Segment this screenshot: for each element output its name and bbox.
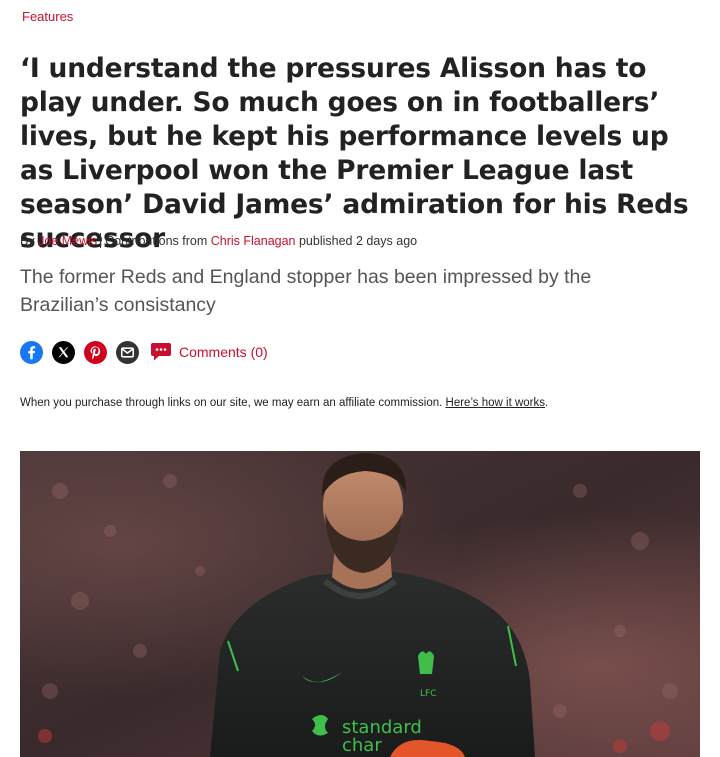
facebook-share-button[interactable] bbox=[20, 340, 43, 364]
article-standfirst: The former Reds and England stopper has … bbox=[20, 266, 592, 316]
sponsor-line2: char bbox=[342, 735, 382, 756]
goalkeeper-photo: LFC standard char bbox=[20, 451, 700, 757]
affiliate-period: . bbox=[545, 397, 549, 409]
byline-divider bbox=[100, 233, 102, 248]
comments-link[interactable]: Comments (0) bbox=[150, 342, 268, 362]
comment-bubble-icon bbox=[151, 343, 171, 361]
author-link[interactable]: Joe Mewis bbox=[38, 234, 97, 248]
share-bar: Comments (0) bbox=[20, 340, 268, 364]
x-share-button[interactable] bbox=[52, 340, 75, 364]
affiliate-text: When you purchase through links on our s… bbox=[20, 397, 443, 409]
pinterest-share-button[interactable] bbox=[84, 340, 107, 364]
email-share-button[interactable] bbox=[116, 340, 139, 364]
facebook-icon bbox=[28, 345, 36, 359]
byline: By Joe Mewis Contributions from Chris Fla… bbox=[20, 233, 417, 248]
byline-by: By bbox=[20, 234, 35, 248]
email-icon bbox=[120, 346, 135, 358]
affiliate-how-it-works-link[interactable]: Here’s how it works bbox=[446, 397, 546, 409]
affiliate-disclaimer: When you purchase through links on our s… bbox=[20, 397, 548, 409]
article-headline: ‘I understand the pressures Alisson has … bbox=[20, 53, 689, 254]
crest-text: LFC bbox=[420, 689, 436, 699]
hero-image: LFC standard char bbox=[20, 451, 700, 757]
category-link[interactable]: Features bbox=[22, 9, 73, 24]
comments-label: Comments (0) bbox=[179, 344, 268, 360]
byline-contrib-prefix: Contributions from bbox=[105, 234, 208, 248]
contributor-link[interactable]: Chris Flanagan bbox=[211, 234, 296, 248]
article-page: Features ‘I understand the pressures Ali… bbox=[0, 0, 720, 757]
pinterest-icon bbox=[90, 345, 101, 359]
x-icon bbox=[58, 346, 69, 357]
published-date: published 2 days ago bbox=[298, 234, 418, 248]
